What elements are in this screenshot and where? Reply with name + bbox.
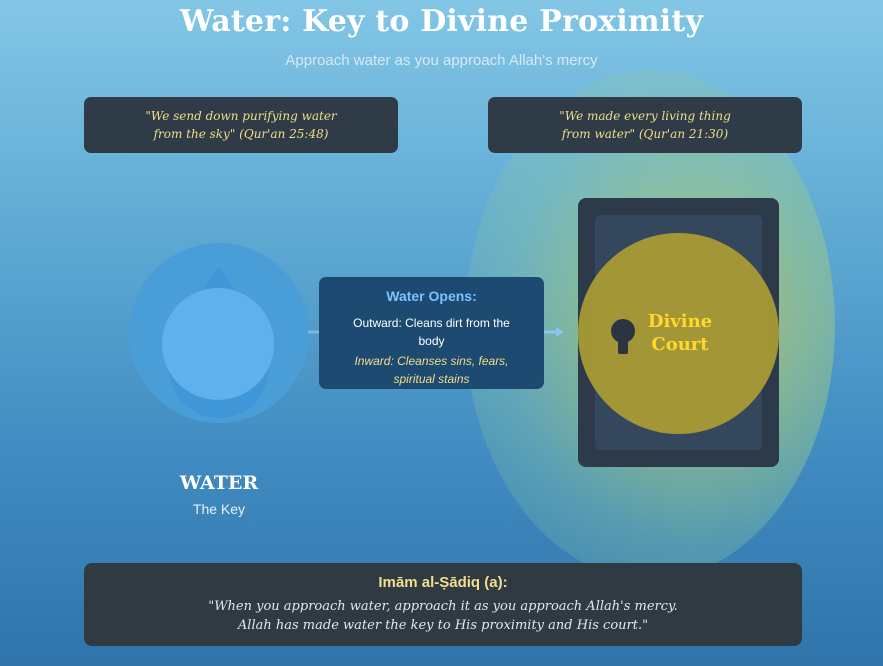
page-title: Water: Key to Divine Proximity xyxy=(179,4,704,39)
court-label-line: Divine xyxy=(647,311,713,332)
hadith-title: Imām al-Ṣādiq (a): xyxy=(378,574,508,591)
water-inner-circle xyxy=(162,288,274,400)
opens-outward-text: Outward: Cleans dirt from the body xyxy=(353,316,510,348)
page-subtitle: Approach water as you approach Allah's m… xyxy=(285,52,598,69)
quote-line: "We made every living thing xyxy=(559,109,731,123)
quote-box-quran-21-30: "We made every living thing from water" … xyxy=(488,97,802,153)
hadith-line: "When you approach water, approach it as… xyxy=(208,599,678,614)
water-label: WATER xyxy=(179,472,259,494)
opens-inward-text: Inward: Cleanses sins, fears, spiritual … xyxy=(354,354,509,386)
water-sublabel: The Key xyxy=(192,501,246,517)
divine-court-label: Divine Court xyxy=(632,310,728,356)
water-opens-box: Water Opens: Outward: Cleans dirt from t… xyxy=(319,277,544,389)
quote-box-quran-25-48: "We send down purifying water from the s… xyxy=(84,97,398,153)
quote-line: "We send down purifying water xyxy=(145,109,337,123)
quote-line: from water" (Qur'an 21:30) xyxy=(561,127,729,141)
hadith-box: Imām al-Ṣādiq (a): "When you approach wa… xyxy=(84,563,802,646)
hadith-line: Allah has made water the key to His prox… xyxy=(237,618,649,633)
quote-line: from the sky" (Qur'an 25:48) xyxy=(153,127,329,141)
court-label-line: Court xyxy=(651,334,709,355)
opens-title: Water Opens: xyxy=(386,288,477,304)
hadith-quote: "When you approach water, approach it as… xyxy=(84,597,802,635)
